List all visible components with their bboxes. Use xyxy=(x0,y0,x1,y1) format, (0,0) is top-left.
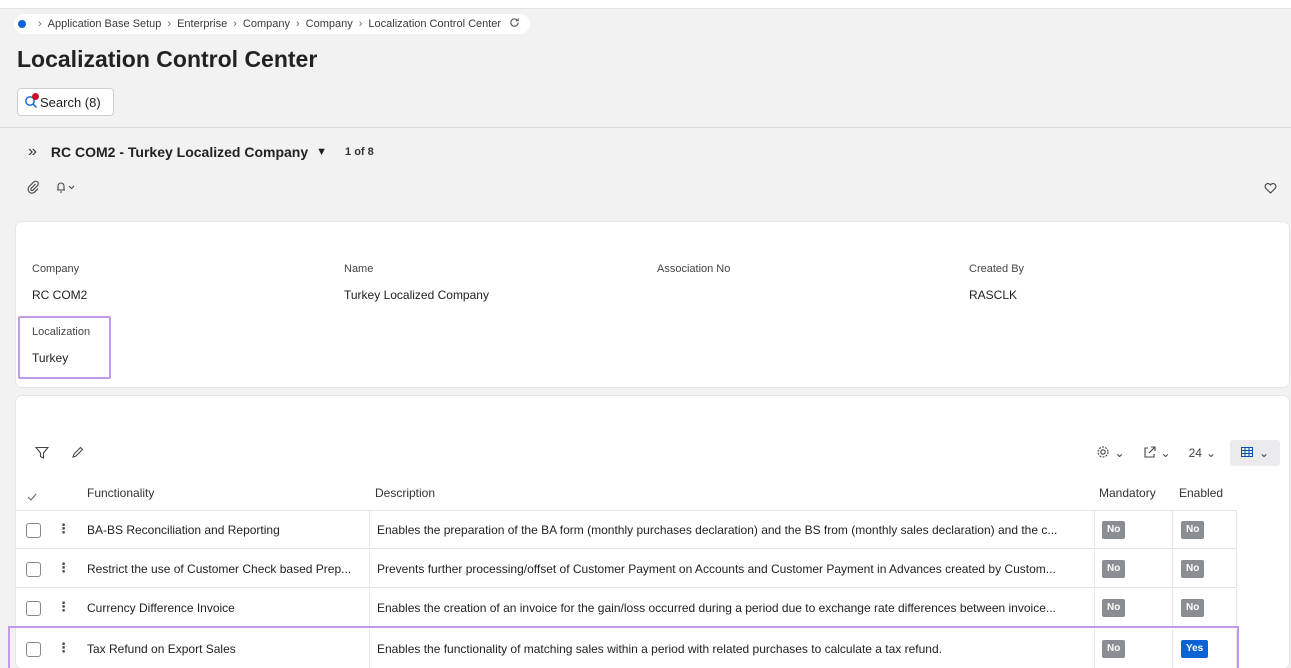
column-header-enabled[interactable]: Enabled xyxy=(1179,486,1223,500)
breadcrumb-item-current: Localization Control Center xyxy=(368,18,502,30)
breadcrumb-separator: › xyxy=(233,18,237,30)
select-all-checkmark-icon[interactable] xyxy=(27,490,37,504)
association-no-label: Association No xyxy=(657,263,731,275)
header-divider xyxy=(0,127,1291,128)
view-mode-dropdown[interactable]: ⌄ xyxy=(1230,440,1280,466)
cell-divider xyxy=(1094,511,1095,549)
breadcrumb: › Application Base Setup › Enterprise › … xyxy=(14,14,531,34)
breadcrumb-separator: › xyxy=(295,18,300,30)
row-divider xyxy=(16,548,1237,549)
cell-divider xyxy=(369,511,370,549)
row-divider xyxy=(16,587,1237,588)
export-icon xyxy=(1143,445,1157,462)
company-value: RC COM2 xyxy=(32,288,88,302)
description-cell: Prevents further processing/offset of Cu… xyxy=(377,562,1056,576)
chevron-down-icon: ⌄ xyxy=(1258,446,1270,460)
localization-highlight xyxy=(18,316,111,379)
kebab-menu-icon[interactable]: ⋮ xyxy=(57,521,70,537)
mandatory-badge: No xyxy=(1102,599,1126,617)
record-title[interactable]: RC COM2 - Turkey Localized Company xyxy=(51,144,308,160)
functionality-cell: BA-BS Reconciliation and Reporting xyxy=(87,523,280,537)
page-title: Localization Control Center xyxy=(17,46,318,72)
filter-icon[interactable] xyxy=(34,446,50,465)
record-count: 1 of 8 xyxy=(345,146,374,158)
caret-down-icon[interactable]: ▼ xyxy=(316,146,327,158)
cell-divider xyxy=(1094,589,1095,627)
cell-divider xyxy=(1094,550,1095,588)
company-details-card xyxy=(16,222,1289,387)
search-button[interactable]: Search (8) xyxy=(17,88,114,116)
breadcrumb-separator: › xyxy=(358,18,363,30)
double-chevron-right-icon[interactable]: » xyxy=(28,143,37,161)
mandatory-badge: No xyxy=(1102,521,1126,539)
record-toolbar xyxy=(26,180,76,199)
cell-divider xyxy=(369,589,370,627)
page-size-value: 24 xyxy=(1188,446,1202,460)
table-row[interactable]: ⋮ BA-BS Reconciliation and Reporting Ena… xyxy=(16,511,1237,549)
gear-icon xyxy=(1096,445,1110,462)
enabled-badge: No xyxy=(1181,521,1205,539)
cell-divider xyxy=(1236,589,1237,627)
breadcrumb-item-enterprise[interactable]: Enterprise xyxy=(177,18,227,30)
chevron-down-icon: ⌄ xyxy=(1114,446,1125,460)
enabled-badge: No xyxy=(1181,599,1205,617)
kebab-menu-icon[interactable]: ⋮ xyxy=(57,560,70,576)
grid-toolbar-left xyxy=(34,446,84,465)
export-dropdown[interactable]: ⌄ xyxy=(1143,445,1171,462)
chevron-down-icon: ⌄ xyxy=(1160,446,1171,460)
enabled-badge: No xyxy=(1181,560,1205,578)
breadcrumb-separator: › xyxy=(167,18,172,30)
name-value: Turkey Localized Company xyxy=(344,288,489,302)
column-header-mandatory[interactable]: Mandatory xyxy=(1099,486,1156,500)
breadcrumb-separator: › xyxy=(38,18,42,30)
settings-dropdown[interactable]: ⌄ xyxy=(1096,445,1125,462)
row-checkbox[interactable] xyxy=(26,523,41,538)
refresh-icon[interactable] xyxy=(509,17,520,31)
description-cell: Enables the preparation of the BA form (… xyxy=(377,523,1058,537)
cell-divider xyxy=(1236,511,1237,549)
page-size-dropdown[interactable]: 24 ⌄ xyxy=(1189,446,1216,460)
home-dot-icon[interactable] xyxy=(18,20,26,28)
row-checkbox[interactable] xyxy=(26,601,41,616)
pencil-icon[interactable] xyxy=(71,446,84,465)
table-row[interactable]: ⋮ Restrict the use of Customer Check bas… xyxy=(16,550,1237,588)
name-label: Name xyxy=(344,263,374,275)
cell-divider xyxy=(369,550,370,588)
bell-icon[interactable] xyxy=(54,180,76,199)
cell-divider xyxy=(1172,511,1173,549)
functionality-cell: Currency Difference Invoice xyxy=(87,601,235,615)
created-by-value: RASCLK xyxy=(969,288,1018,302)
search-button-label: Search (8) xyxy=(40,94,101,110)
search-icon xyxy=(24,93,39,109)
chevron-down-icon: ⌄ xyxy=(1205,446,1216,460)
functionality-cell: Restrict the use of Customer Check based… xyxy=(87,562,352,576)
paperclip-icon[interactable] xyxy=(26,180,40,199)
created-by-label: Created By xyxy=(969,263,1025,275)
breadcrumb-item-company[interactable]: Company xyxy=(243,18,290,30)
table-row[interactable]: ⋮ Currency Difference Invoice Enables th… xyxy=(16,589,1237,627)
company-label: Company xyxy=(32,263,80,275)
kebab-menu-icon[interactable]: ⋮ xyxy=(57,599,70,615)
breadcrumb-item-application-base-setup[interactable]: Application Base Setup xyxy=(48,18,162,30)
breadcrumb-item-company-2[interactable]: Company xyxy=(306,18,353,30)
top-bar xyxy=(0,0,1291,9)
row-checkbox[interactable] xyxy=(26,562,41,577)
cell-divider xyxy=(1236,550,1237,588)
tax-refund-row-highlight xyxy=(8,626,1239,668)
column-header-description[interactable]: Description xyxy=(375,486,435,500)
heart-icon[interactable] xyxy=(1264,181,1277,199)
record-selector: » RC COM2 - Turkey Localized Company ▼ 1… xyxy=(28,143,374,161)
cell-divider xyxy=(1172,589,1173,627)
column-header-functionality[interactable]: Functionality xyxy=(87,486,154,500)
mandatory-badge: No xyxy=(1102,560,1126,578)
description-cell: Enables the creation of an invoice for t… xyxy=(377,601,1056,615)
grid-toolbar-right: ⌄ ⌄ 24 ⌄ ⌄ xyxy=(1078,440,1280,466)
table-view-icon xyxy=(1240,446,1253,460)
cell-divider xyxy=(1172,550,1173,588)
